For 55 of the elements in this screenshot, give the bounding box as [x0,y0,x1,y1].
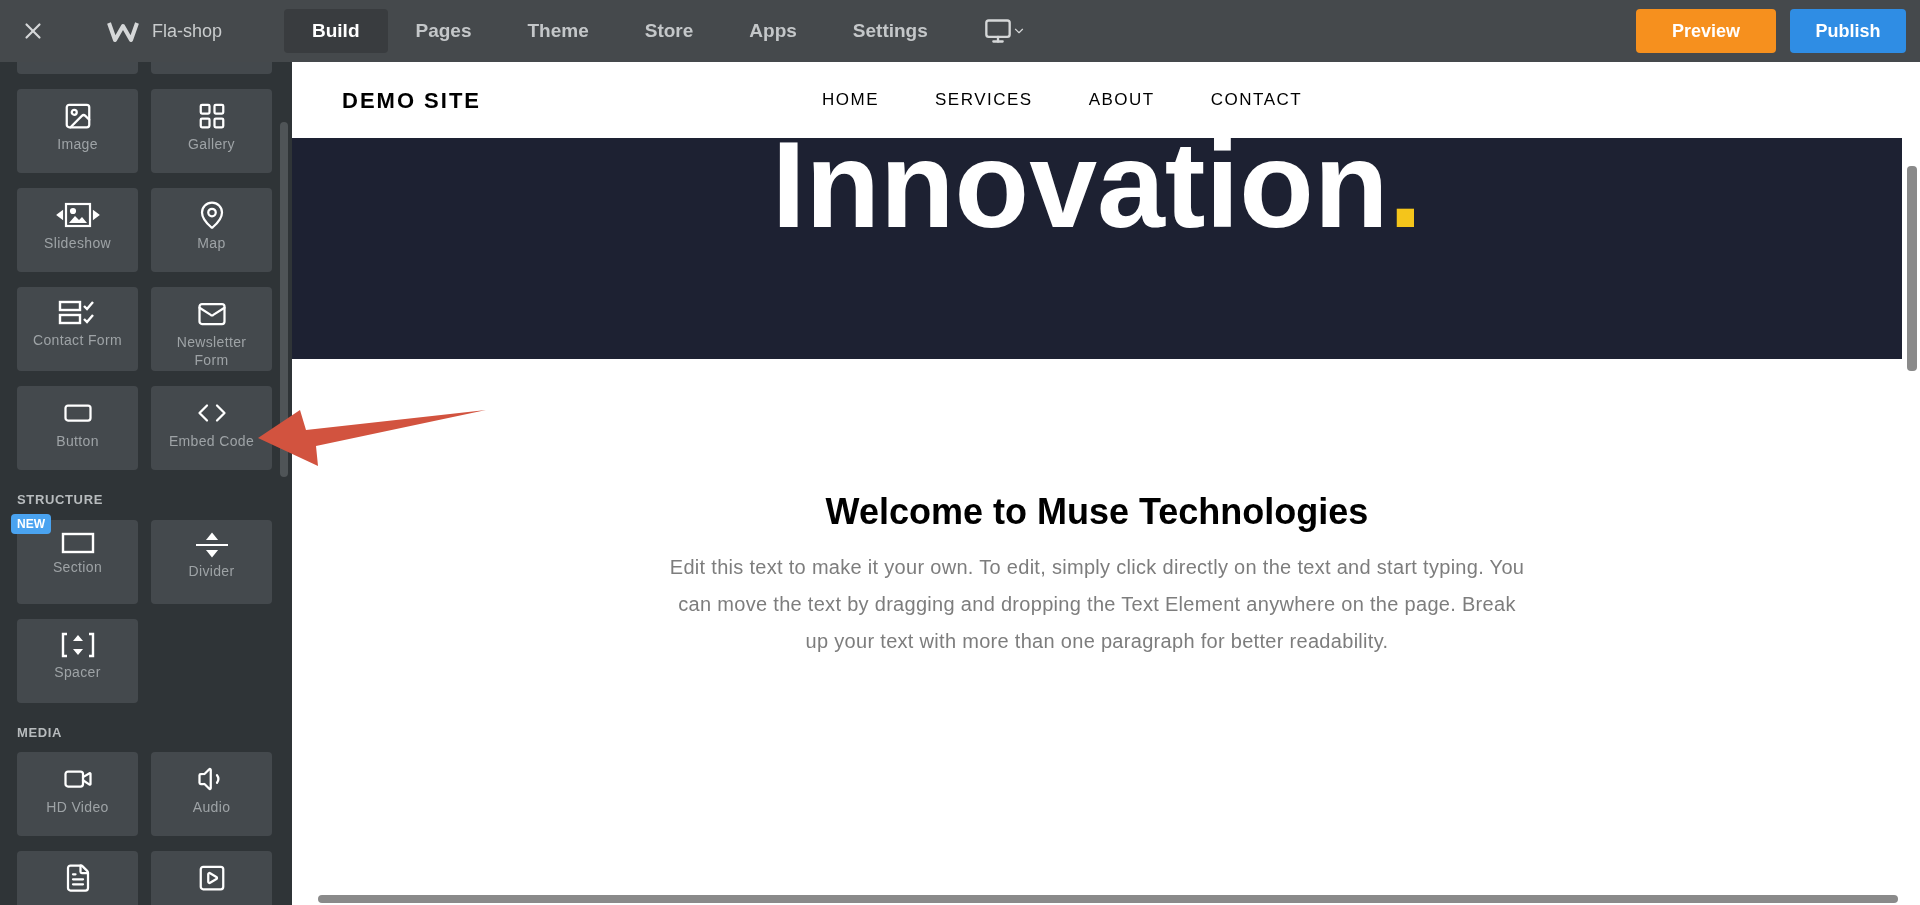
slideshow-icon [55,200,100,230]
tile-label: Image [56,135,99,153]
hero-title: Innovation [771,138,1389,246]
tile-label: Button [55,432,100,450]
tile-label: Contact Form [32,331,123,349]
element-tile[interactable]: Audio [151,752,272,836]
site-nav-link[interactable]: CONTACT [1210,87,1303,113]
hero-dot: . [1388,138,1423,246]
element-tile[interactable]: Contact Form [17,287,138,371]
section-heading: STRUCTURE [17,491,104,509]
nav-tab[interactable]: Theme [499,9,617,53]
scrollbar-thumb[interactable] [280,122,288,477]
site-nav-link[interactable]: HOME [822,87,879,113]
tile-label: Gallery [187,135,236,153]
nav-tab[interactable]: Pages [387,9,500,53]
site-nav-link[interactable]: SERVICES [935,87,1033,113]
element-tile[interactable]: Divider [151,519,272,604]
device-button[interactable] [983,17,1026,45]
element-tile[interactable]: HD Video [17,752,138,836]
site-logo: DEMO SITE [342,86,482,115]
site-nav-link[interactable]: ABOUT [1088,87,1155,113]
nav-tab[interactable]: Store [616,9,722,53]
tile-label: Audio [191,798,232,816]
spacer-icon [59,630,96,659]
element-tile[interactable]: Slideshow [17,188,138,272]
monitor-icon [983,17,1012,45]
body-paragraph: Edit this text to make it your own. To edit, simply click directly on the text and start typing. You can move the text by dragging and dropping the Text Element anywhere on the page. Break up your text with more than one paragraph for better readability. [668,555,1526,654]
tile-label: Divider [187,561,236,580]
nav-tab[interactable]: Settings [824,9,956,53]
section-heading: MEDIA [17,723,64,742]
tile-label: Section [51,557,104,576]
nav-tab[interactable]: Build [284,9,388,53]
tile-label: Slideshow [43,234,112,252]
horizontal-scrollbar-thumb[interactable] [318,895,1898,903]
element-tile[interactable]: Button [17,386,138,470]
new-badge: NEW [11,513,51,534]
tile-label: HD Video [45,798,110,816]
publish-button[interactable]: Publish [1790,9,1906,53]
tile-label: Newsletter Form [175,333,248,369]
element-tile[interactable]: Map [151,188,272,272]
element-tile[interactable]: Newsletter Form [151,287,272,371]
divider-icon [193,531,230,558]
nav-tab[interactable]: Apps [721,9,825,53]
element-tile[interactable]: Gallery [151,89,272,173]
tile-label: Spacer [53,662,102,681]
site-name: Fla-shop [152,19,223,43]
preview-button[interactable]: Preview [1636,9,1776,53]
vertical-scrollbar-thumb[interactable] [1907,166,1917,371]
tile-label: Embed Code [167,432,256,450]
tile-label: Map [196,234,227,252]
element-tile[interactable]: Spacer [17,618,138,703]
element-tile[interactable]: Image [17,89,138,173]
element-tile[interactable]: Embed Code [151,386,272,470]
section-title: Welcome to Muse Technologies [825,490,1369,534]
rectangle-icon [60,531,95,554]
